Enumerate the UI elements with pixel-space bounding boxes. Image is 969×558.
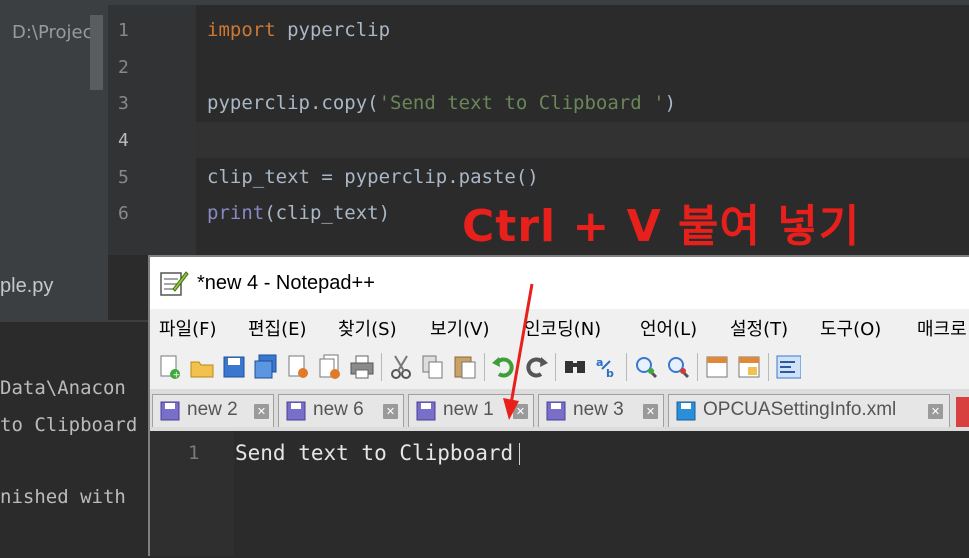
annotation-arrow-icon — [503, 283, 534, 420]
